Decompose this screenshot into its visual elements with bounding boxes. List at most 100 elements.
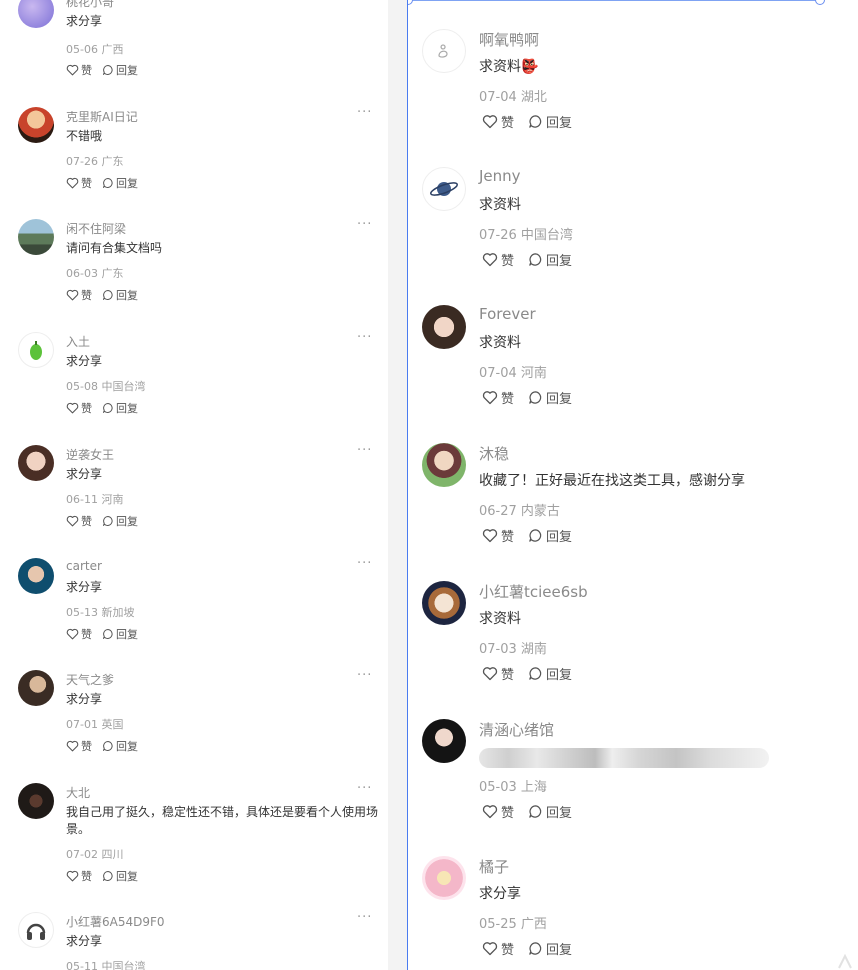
more-options-icon[interactable]: ··· xyxy=(357,105,372,120)
more-options-icon[interactable]: ··· xyxy=(357,0,372,5)
comment-author[interactable]: carter xyxy=(66,559,102,573)
like-button[interactable]: 赞 xyxy=(482,939,514,958)
like-button[interactable]: 赞 xyxy=(482,664,514,683)
like-button[interactable]: 赞 xyxy=(482,112,514,131)
comment-text: 不错哦 xyxy=(66,129,103,143)
reply-button[interactable]: 回复 xyxy=(102,738,138,754)
comment-meta: 07-02 四川 xyxy=(66,848,124,861)
reply-button[interactable]: 回复 xyxy=(102,400,138,416)
more-options-icon[interactable]: ··· xyxy=(357,443,372,458)
like-button[interactable]: 赞 xyxy=(66,868,92,884)
heart-icon xyxy=(66,515,79,527)
avatar[interactable] xyxy=(18,107,54,143)
comment-meta: 07-01 英国 xyxy=(66,718,124,731)
comment-meta: 06-27 内蒙古 xyxy=(479,504,560,519)
more-options-icon[interactable]: ··· xyxy=(357,668,372,683)
comment-author[interactable]: 啊氧鸭啊 xyxy=(479,29,539,50)
like-button[interactable]: 赞 xyxy=(66,626,92,642)
chat-bubble-icon xyxy=(529,805,542,818)
reply-button[interactable]: 回复 xyxy=(528,664,572,683)
heart-icon xyxy=(482,253,498,267)
like-button[interactable]: 赞 xyxy=(66,62,92,78)
resize-handle[interactable] xyxy=(815,0,825,5)
avatar[interactable] xyxy=(18,0,54,28)
comment-author[interactable]: Forever xyxy=(479,305,536,323)
avatar[interactable] xyxy=(422,167,466,211)
comment-text: 求分享 xyxy=(66,692,103,706)
avatar[interactable] xyxy=(18,912,54,948)
avatar[interactable] xyxy=(18,332,54,368)
reply-button[interactable]: 回复 xyxy=(528,526,572,545)
comment-meta: 07-04 湖北 xyxy=(479,90,547,105)
comment-author[interactable]: 小红薯tciee6sb xyxy=(479,581,588,602)
comment-text: 我自己用了挺久，稳定性还不错，具体还是要看个人使用场景。 xyxy=(66,805,379,836)
like-button[interactable]: 赞 xyxy=(482,388,514,407)
more-options-icon[interactable]: ··· xyxy=(357,556,372,571)
avatar[interactable] xyxy=(18,219,54,255)
like-button[interactable]: 赞 xyxy=(66,738,92,754)
chat-bubble-icon xyxy=(529,667,542,680)
like-button[interactable]: 赞 xyxy=(482,250,514,269)
avatar[interactable] xyxy=(422,443,466,487)
comment-actions: 赞 回复 xyxy=(482,526,572,545)
comment-actions: 赞 回复 xyxy=(66,62,138,78)
comment-actions: 赞 回复 xyxy=(482,112,572,131)
comment-text: 收藏了！正好最近在找这类工具，感谢分享 xyxy=(479,473,745,489)
comment-author[interactable]: Jenny xyxy=(479,167,521,185)
comment-author[interactable]: 入土 xyxy=(66,333,90,350)
chat-bubble-icon xyxy=(529,942,542,955)
heart-icon xyxy=(66,177,79,189)
comment-author[interactable]: 桃花小哥 xyxy=(66,0,114,10)
avatar[interactable] xyxy=(422,29,466,73)
more-options-icon[interactable]: ··· xyxy=(357,781,372,796)
reply-button[interactable]: 回复 xyxy=(528,939,572,958)
like-button[interactable]: 赞 xyxy=(66,175,92,191)
like-button[interactable]: 赞 xyxy=(482,802,514,821)
heart-icon xyxy=(482,667,498,681)
comment-author[interactable]: 闲不住阿梁 xyxy=(66,220,126,237)
reply-button[interactable]: 回复 xyxy=(528,112,572,131)
avatar[interactable] xyxy=(18,783,54,819)
reply-button[interactable]: 回复 xyxy=(102,287,138,303)
comment-meta: 05-25 广西 xyxy=(479,917,547,932)
chat-bubble-icon xyxy=(103,741,113,751)
avatar[interactable] xyxy=(422,719,466,763)
reply-button[interactable]: 回复 xyxy=(102,175,138,191)
reply-button[interactable]: 回复 xyxy=(528,388,572,407)
more-options-icon[interactable]: ··· xyxy=(357,217,372,232)
like-button[interactable]: 赞 xyxy=(66,513,92,529)
reply-button[interactable]: 回复 xyxy=(102,626,138,642)
reply-button[interactable]: 回复 xyxy=(528,802,572,821)
like-button[interactable]: 赞 xyxy=(482,526,514,545)
avatar[interactable] xyxy=(422,305,466,349)
comment-author[interactable]: 逆袭女王 xyxy=(66,446,114,463)
comment-author[interactable]: 清涵心绪馆 xyxy=(479,719,554,740)
heart-icon xyxy=(66,64,79,76)
heart-icon xyxy=(66,289,79,301)
comment-author[interactable]: 橘子 xyxy=(479,856,509,877)
comment-author[interactable]: 沐稳 xyxy=(479,443,509,464)
right-comment-panel: 啊氧鸭啊 求资料👺 07-04 湖北 赞 回复 Jenny 求资料 07-26 … xyxy=(407,0,858,970)
heart-icon xyxy=(482,805,498,819)
avatar[interactable] xyxy=(18,558,54,594)
headphones-icon xyxy=(26,923,46,940)
comment-author[interactable]: 克里斯AI日记 xyxy=(66,108,138,125)
comment-meta: 05-03 上海 xyxy=(479,780,547,795)
more-options-icon[interactable]: ··· xyxy=(357,330,372,345)
avatar[interactable] xyxy=(18,670,54,706)
reply-button[interactable]: 回复 xyxy=(102,868,138,884)
reply-button[interactable]: 回复 xyxy=(528,250,572,269)
comment-author[interactable]: 天气之爹 xyxy=(66,671,114,688)
resize-handle[interactable] xyxy=(408,0,413,5)
more-options-icon[interactable]: ··· xyxy=(357,910,372,925)
avatar[interactable] xyxy=(18,445,54,481)
avatar[interactable] xyxy=(422,856,466,900)
comment-author[interactable]: 小红薯6A54D9F0 xyxy=(66,913,165,930)
avatar[interactable] xyxy=(422,581,466,625)
reply-button[interactable]: 回复 xyxy=(102,62,138,78)
reply-button[interactable]: 回复 xyxy=(102,513,138,529)
chat-bubble-icon xyxy=(103,65,113,75)
like-button[interactable]: 赞 xyxy=(66,287,92,303)
comment-author[interactable]: 大北 xyxy=(66,784,90,801)
like-button[interactable]: 赞 xyxy=(66,400,92,416)
